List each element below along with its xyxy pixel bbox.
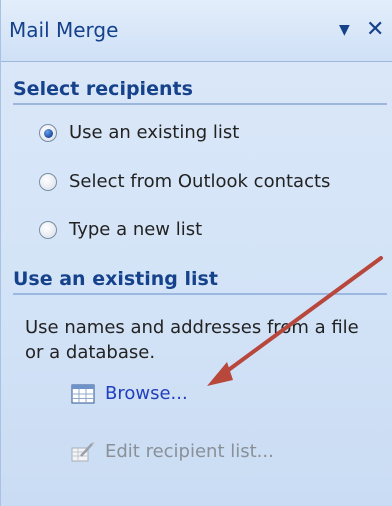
section-description: Use names and addresses from a file or a… [25, 317, 359, 363]
mail-merge-pane: Mail Merge ▼ ✕ Select recipients Use an … [0, 0, 392, 506]
close-icon[interactable]: ✕ [366, 17, 384, 42]
pane-title-bar: Mail Merge ▼ ✕ [1, 0, 392, 62]
radio-label: Select from Outlook contacts [69, 171, 331, 192]
table-icon [71, 383, 95, 404]
section-heading-select-recipients: Select recipients [13, 78, 387, 105]
radio-button-selected[interactable] [39, 123, 57, 142]
radio-label: Use an existing list [69, 122, 240, 143]
edit-recipient-list-label: Edit recipient list... [105, 441, 274, 462]
radio-type-new-list[interactable]: Type a new list [39, 219, 202, 240]
browse-link[interactable]: Browse... [71, 383, 188, 404]
edit-list-icon [71, 441, 95, 461]
dropdown-arrow-icon[interactable]: ▼ [339, 22, 350, 38]
radio-use-existing-list[interactable]: Use an existing list [39, 122, 239, 143]
radio-button[interactable] [39, 172, 57, 191]
radio-label: Type a new list [69, 219, 203, 240]
pane-title: Mail Merge [9, 18, 119, 42]
annotation-arrow [207, 256, 383, 386]
browse-label: Browse... [105, 383, 188, 404]
radio-button[interactable] [39, 220, 57, 239]
radio-select-outlook-contacts[interactable]: Select from Outlook contacts [39, 171, 330, 192]
edit-recipient-list-link: Edit recipient list... [71, 441, 274, 462]
section-heading-use-existing-list: Use an existing list [13, 268, 387, 295]
